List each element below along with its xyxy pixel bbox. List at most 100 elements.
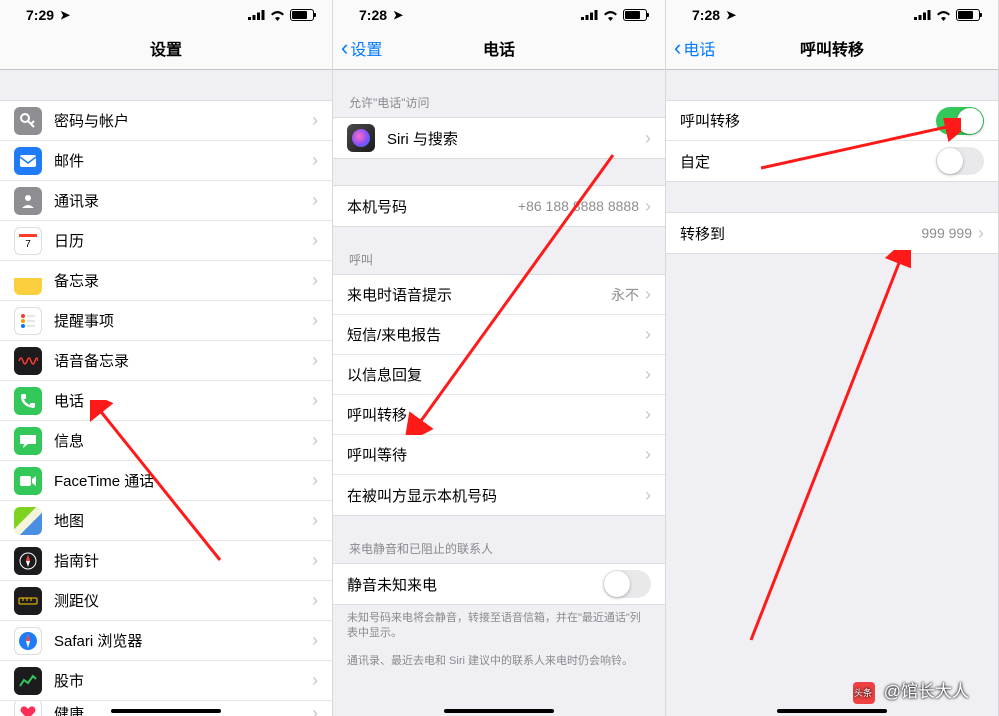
row-label: 地图: [54, 510, 312, 531]
row-value: 永不: [611, 285, 639, 305]
row-label: 本机号码: [347, 196, 518, 217]
chevron-left-icon: ‹: [674, 37, 681, 59]
phone-icon: [14, 387, 42, 415]
row-measure[interactable]: 测距仪 ›: [0, 581, 332, 621]
row-forward-to[interactable]: 转移到 999 999 ›: [666, 213, 998, 253]
compass-icon: [14, 547, 42, 575]
chevron-icon: ›: [312, 350, 318, 371]
row-label: 呼叫等待: [347, 444, 645, 465]
chevron-icon: ›: [645, 324, 651, 345]
status-time: 7:28: [692, 7, 720, 23]
row-respond-with-text[interactable]: 以信息回复 ›: [333, 355, 665, 395]
row-my-number[interactable]: 本机号码 +86 188 8888 8888 ›: [333, 186, 665, 226]
calendar-icon: 7: [14, 227, 42, 255]
nav-title: 设置: [150, 36, 182, 60]
svg-text:7: 7: [25, 239, 31, 250]
row-label: 密码与帐户: [54, 110, 312, 131]
row-call-waiting[interactable]: 呼叫等待 ›: [333, 435, 665, 475]
chevron-icon: ›: [312, 550, 318, 571]
status-bar: 7:28 ➤: [333, 0, 665, 26]
chevron-icon: ›: [312, 270, 318, 291]
row-calendar[interactable]: 7 日历 ›: [0, 221, 332, 261]
row-mail[interactable]: 邮件 ›: [0, 141, 332, 181]
row-label: 在被叫方显示本机号码: [347, 485, 645, 506]
silence-toggle[interactable]: [603, 570, 651, 598]
chevron-icon: ›: [312, 150, 318, 171]
chevron-icon: ›: [645, 404, 651, 425]
row-notes[interactable]: 备忘录 ›: [0, 261, 332, 301]
row-label: 语音备忘录: [54, 350, 312, 371]
maps-icon: [14, 507, 42, 535]
back-button[interactable]: ‹ 电话: [674, 36, 715, 60]
row-silence-unknown[interactable]: 静音未知来电: [333, 564, 665, 604]
facetime-icon: [14, 467, 42, 495]
home-indicator: [444, 709, 554, 713]
mail-icon: [14, 147, 42, 175]
signal-icon: [581, 10, 598, 20]
back-label: 电话: [683, 36, 715, 60]
chevron-icon: ›: [312, 110, 318, 131]
watermark-text: @馆长大人: [884, 682, 969, 701]
forwarding-toggle[interactable]: [936, 107, 984, 135]
row-siri-search[interactable]: Siri 与搜索 ›: [333, 118, 665, 158]
row-reminders[interactable]: 提醒事项 ›: [0, 301, 332, 341]
home-indicator: [111, 709, 221, 713]
row-facetime[interactable]: FaceTime 通话 ›: [0, 461, 332, 501]
location-icon: ➤: [726, 8, 736, 22]
row-stocks[interactable]: 股市 ›: [0, 661, 332, 701]
siri-icon: [347, 124, 375, 152]
row-phone[interactable]: 电话 ›: [0, 381, 332, 421]
row-call-forwarding[interactable]: 呼叫转移 ›: [333, 395, 665, 435]
phone-settings-screen: 7:29 ➤ 设置 密码与帐户 › 邮件 ›: [0, 0, 333, 716]
back-label: 设置: [350, 36, 382, 60]
chevron-icon: ›: [312, 703, 318, 716]
chevron-icon: ›: [645, 364, 651, 385]
row-compass[interactable]: 指南针 ›: [0, 541, 332, 581]
row-announce-calls[interactable]: 来电时语音提示 永不 ›: [333, 275, 665, 315]
row-label: 短信/来电报告: [347, 324, 645, 345]
chevron-icon: ›: [312, 470, 318, 491]
section-header-silence: 来电静音和已阻止的联系人: [333, 516, 665, 563]
health-icon: [14, 701, 42, 716]
row-label: 呼叫转移: [680, 110, 936, 131]
row-maps[interactable]: 地图 ›: [0, 501, 332, 541]
back-button[interactable]: ‹ 设置: [341, 36, 382, 60]
chevron-icon: ›: [312, 190, 318, 211]
row-sms-call-report[interactable]: 短信/来电报告 ›: [333, 315, 665, 355]
row-value: 999 999: [921, 225, 972, 241]
chevron-icon: ›: [645, 444, 651, 465]
chevron-icon: ›: [645, 485, 651, 506]
row-contacts[interactable]: 通讯录 ›: [0, 181, 332, 221]
signal-icon: [914, 10, 931, 20]
phone-phone-settings-screen: 7:28 ➤ ‹ 设置 电话 允许"电话"访问 Siri 与搜索 › 本机号码 …: [333, 0, 666, 716]
row-label: 测距仪: [54, 590, 312, 611]
custom-toggle[interactable]: [936, 147, 984, 175]
message-icon: [14, 427, 42, 455]
row-label: 静音未知来电: [347, 574, 603, 595]
row-label: 来电时语音提示: [347, 284, 611, 305]
row-label: 转移到: [680, 223, 921, 244]
footer-note-1: 未知号码来电将会静音，转接至语音信箱，并在"最近通话"列表中显示。: [333, 605, 665, 648]
row-voicememo[interactable]: 语音备忘录 ›: [0, 341, 332, 381]
row-safari[interactable]: Safari 浏览器 ›: [0, 621, 332, 661]
row-passwords[interactable]: 密码与帐户 ›: [0, 101, 332, 141]
chevron-icon: ›: [312, 510, 318, 531]
key-icon: [14, 107, 42, 135]
location-icon: ➤: [393, 8, 403, 22]
row-label: Siri 与搜索: [387, 128, 645, 149]
nav-bar: ‹ 电话 呼叫转移: [666, 26, 998, 70]
chevron-left-icon: ‹: [341, 37, 348, 59]
phone-call-forward-screen: 7:28 ➤ ‹ 电话 呼叫转移 呼叫转移 自定 转移到 999 999: [666, 0, 999, 716]
nav-title: 电话: [483, 36, 515, 60]
home-indicator: [777, 709, 887, 713]
row-forwarding-toggle[interactable]: 呼叫转移: [666, 101, 998, 141]
row-custom-toggle[interactable]: 自定: [666, 141, 998, 181]
notes-icon: [14, 267, 42, 295]
row-messages[interactable]: 信息 ›: [0, 421, 332, 461]
chevron-icon: ›: [312, 630, 318, 651]
status-time: 7:29: [26, 7, 54, 23]
stocks-icon: [14, 667, 42, 695]
chevron-icon: ›: [312, 310, 318, 331]
row-label: 备忘录: [54, 270, 312, 291]
row-show-my-caller-id[interactable]: 在被叫方显示本机号码 ›: [333, 475, 665, 515]
